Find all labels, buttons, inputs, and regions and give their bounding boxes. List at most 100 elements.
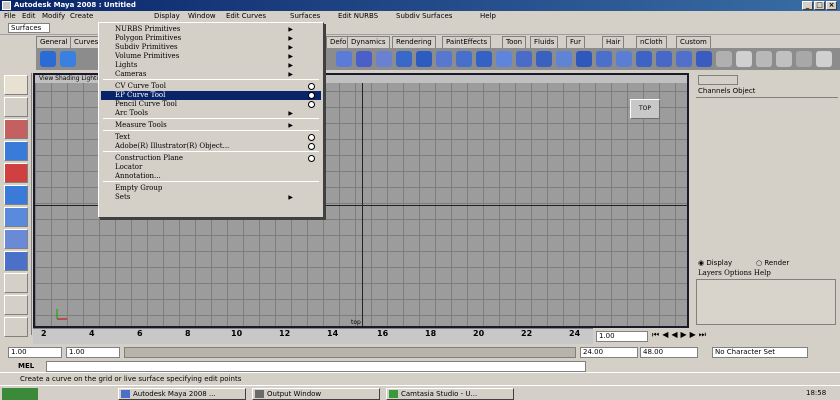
minimize-button[interactable]: _ [802, 1, 813, 10]
end-time-field[interactable]: 48.00 [640, 347, 698, 358]
start-button[interactable] [2, 388, 38, 400]
tab-general[interactable]: General [36, 36, 72, 48]
create-menu-item[interactable]: Cameras ▶ [101, 70, 321, 79]
menu-display[interactable]: Display [154, 11, 180, 21]
option-box-icon[interactable] [308, 92, 315, 99]
option-box-icon[interactable] [308, 83, 315, 90]
menu-file[interactable]: File [4, 11, 16, 21]
mel-input[interactable] [46, 361, 586, 372]
tab-rendering[interactable]: Rendering [392, 36, 436, 48]
rotate-tool-icon[interactable] [4, 163, 28, 183]
extrude-icon[interactable] [396, 51, 412, 67]
checker4-icon[interactable] [796, 51, 812, 67]
untrim-icon[interactable] [556, 51, 572, 67]
layout-four-icon[interactable] [4, 295, 28, 315]
manipulator-tool-icon[interactable] [4, 207, 28, 227]
playback-end-field[interactable]: 24.00 [580, 347, 638, 358]
current-frame-field[interactable]: 1.00 [596, 331, 648, 342]
create-menu-item[interactable]: CV Curve Tool [101, 82, 321, 91]
project-curve-icon[interactable] [516, 51, 532, 67]
taskbar-item-camtasia[interactable]: Camtasia Studio - U... [386, 388, 514, 400]
menu-surfaces[interactable]: Surfaces [290, 11, 320, 21]
square-icon[interactable] [456, 51, 472, 67]
tab-ncloth[interactable]: nCloth [636, 36, 667, 48]
create-menu-item[interactable]: NURBS Primitives ▶ [101, 25, 321, 34]
detach-icon[interactable] [596, 51, 612, 67]
checker3-icon[interactable] [776, 51, 792, 67]
layer-list[interactable] [696, 279, 836, 325]
intersect-icon[interactable] [496, 51, 512, 67]
tab-fluids[interactable]: Fluids [530, 36, 559, 48]
playback-controls[interactable]: ⏮◀◀▶▶⏭ [652, 330, 838, 344]
create-menu-item[interactable]: Volume Primitives ▶ [101, 52, 321, 61]
create-menu-item[interactable]: Lights ▶ [101, 61, 321, 70]
menu-edit-curves[interactable]: Edit Curves [226, 11, 266, 21]
channel-box-tabs[interactable]: Channels Object [698, 87, 755, 95]
menu-help[interactable]: Help [480, 11, 496, 21]
menu-create[interactable]: Create [70, 11, 93, 21]
taskbar-item-output[interactable]: Output Window [252, 388, 380, 400]
maximize-button[interactable]: □ [814, 1, 825, 10]
tab-custom[interactable]: Custom [676, 36, 711, 48]
create-menu-item[interactable]: Annotation... [101, 172, 321, 181]
layout-side-icon[interactable] [4, 317, 28, 337]
create-menu-item[interactable]: Subdiv Primitives ▶ [101, 43, 321, 52]
playback-start-field[interactable]: 1.00 [66, 347, 120, 358]
view-cube-top[interactable]: TOP [630, 99, 660, 119]
create-menu-item[interactable]: Empty Group [101, 184, 321, 193]
option-box-icon[interactable] [308, 143, 315, 150]
reverse-icon[interactable] [696, 51, 712, 67]
revolve-icon[interactable] [376, 51, 392, 67]
create-menu-item[interactable]: Polygon Primitives ▶ [101, 34, 321, 43]
bevel-icon[interactable] [476, 51, 492, 67]
create-menu-item[interactable]: Adobe(R) Illustrator(R) Object... [101, 142, 321, 151]
align-icon[interactable] [616, 51, 632, 67]
time-slider[interactable]: 2 4 6 8 10 12 14 16 18 20 22 24 [33, 328, 593, 344]
checker2-icon[interactable] [756, 51, 772, 67]
nurbs-cube-icon[interactable] [60, 51, 76, 67]
render-radio[interactable]: ○ Render [756, 259, 789, 267]
rebuild-icon[interactable] [676, 51, 692, 67]
menu-window[interactable]: Window [188, 11, 216, 21]
move-tool-icon[interactable] [4, 141, 28, 161]
option-box-icon[interactable] [308, 101, 315, 108]
menu-edit[interactable]: Edit [22, 11, 36, 21]
layout-single-icon[interactable] [4, 273, 28, 293]
create-menu-item[interactable]: EP Curve Tool [101, 91, 321, 100]
soft-mod-icon[interactable] [4, 229, 28, 249]
option-box-icon[interactable] [308, 134, 315, 141]
paint-select-icon[interactable] [4, 119, 28, 139]
attach-icon[interactable] [576, 51, 592, 67]
create-menu-item[interactable]: Text [101, 133, 321, 142]
menu-modify[interactable]: Modify [42, 11, 65, 21]
channel-toggle-icons[interactable] [698, 75, 738, 85]
planar-icon[interactable] [356, 51, 372, 67]
select-tool-icon[interactable] [4, 75, 28, 95]
menu-set-dropdown[interactable]: Surfaces [8, 23, 50, 33]
last-tool-icon[interactable] [4, 251, 28, 271]
boundary-icon[interactable] [436, 51, 452, 67]
open-close-icon[interactable] [636, 51, 652, 67]
sculpt-icon[interactable] [716, 51, 732, 67]
menu-subdiv-surfaces[interactable]: Subdiv Surfaces [396, 11, 452, 21]
create-menu-item[interactable]: Sets ▶ [101, 193, 321, 202]
tab-dynamics[interactable]: Dynamics [347, 36, 390, 48]
create-menu-item[interactable]: Construction Plane [101, 154, 321, 163]
nurbs-sphere-icon[interactable] [40, 51, 56, 67]
display-radio[interactable]: ◉ Display [698, 259, 732, 267]
birail-icon[interactable] [416, 51, 432, 67]
create-menu-item[interactable]: Measure Tools ▶ [101, 121, 321, 130]
character-set-dropdown[interactable]: No Character Set [712, 347, 808, 358]
range-slider-bar[interactable] [124, 347, 576, 358]
option-box-icon[interactable] [308, 155, 315, 162]
create-menu-item[interactable]: Arc Tools ▶ [101, 109, 321, 118]
loft-icon[interactable] [336, 51, 352, 67]
trim-icon[interactable] [536, 51, 552, 67]
tab-fur[interactable]: Fur [566, 36, 585, 48]
start-time-field[interactable]: 1.00 [8, 347, 62, 358]
taskbar-item-maya[interactable]: Autodesk Maya 2008 ... [118, 388, 246, 400]
create-menu-item[interactable]: Locator [101, 163, 321, 172]
scale-tool-icon[interactable] [4, 185, 28, 205]
tab-hair[interactable]: Hair [602, 36, 625, 48]
checker5-icon[interactable] [816, 51, 832, 67]
